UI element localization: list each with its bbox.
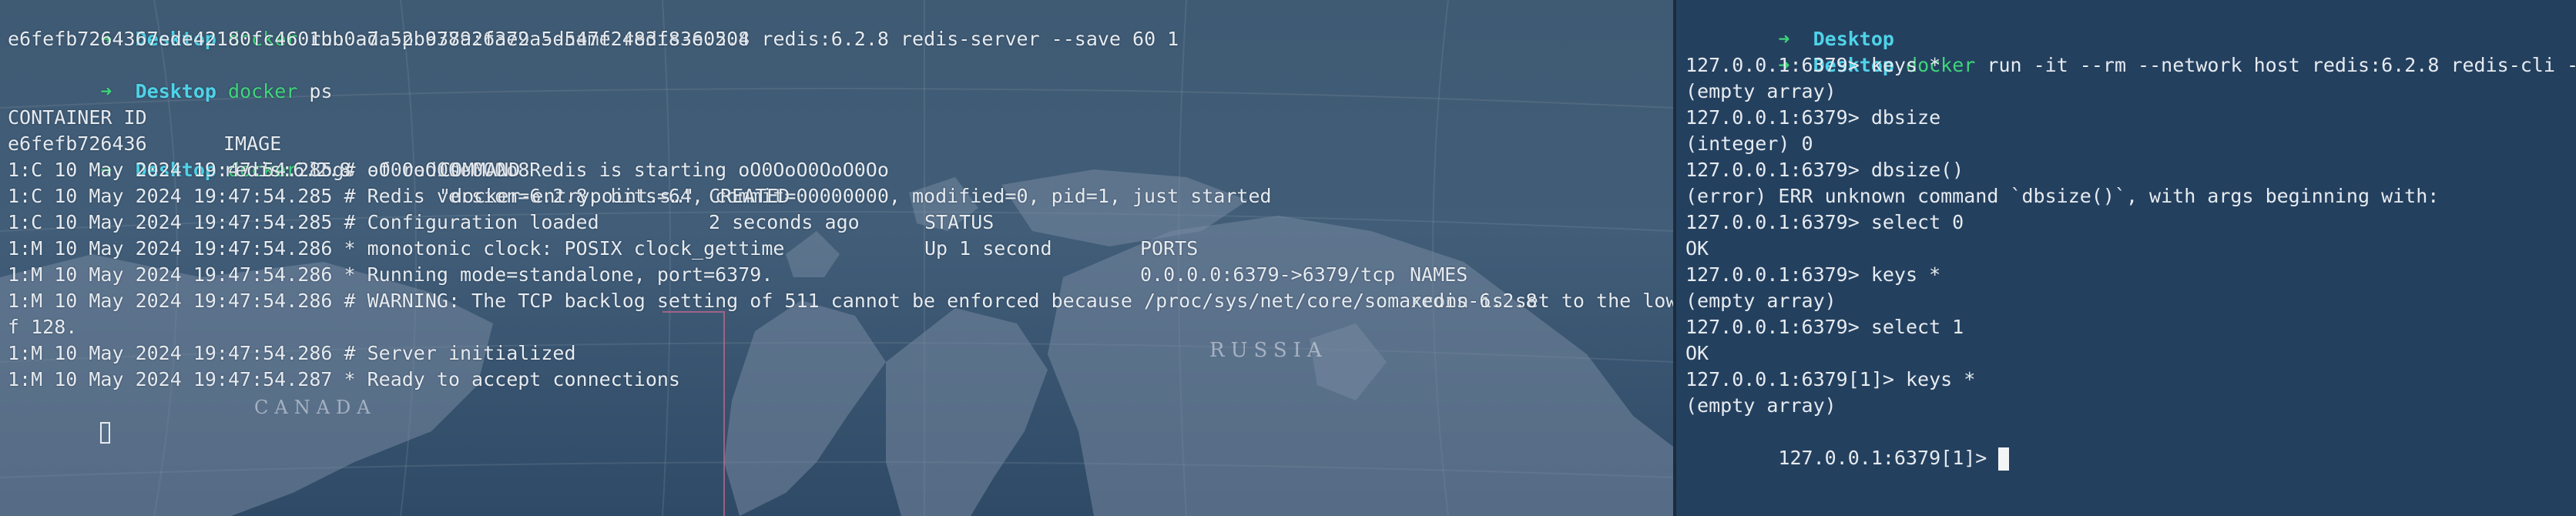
ps-cell-image: redis:6.2.8 xyxy=(223,159,351,181)
redis-cli-line: 127.0.0.1:6379> select 0 xyxy=(1685,211,1964,233)
ps-cell-status: Up 1 second xyxy=(924,237,1052,260)
log-line: 1:M 10 May 2024 19:47:54.287 * Ready to … xyxy=(8,368,680,390)
prompt-arrow-icon: ➜ xyxy=(1778,28,1790,50)
ps-cell-container-id: e6fefb726436 xyxy=(8,132,147,155)
ps-cell-names: redis-6.2.8 xyxy=(1410,290,1538,312)
prompt-directory: Desktop xyxy=(1813,28,1894,50)
redis-cli-line: OK xyxy=(1685,237,1709,260)
ps-cell-command: "docker-entrypoint.s…" xyxy=(439,185,695,207)
left-terminal-pane[interactable]: RUSSIA CANADA ➜ Desktop docker run -d -p… xyxy=(0,0,1673,516)
redis-cli-line: 127.0.0.1:6379> keys * xyxy=(1685,263,1941,286)
ps-header-created: CREATED xyxy=(709,185,790,207)
redis-cli-line: (empty array) xyxy=(1685,290,1836,312)
ps-data-row: e6fefb726436 redis:6.2.8 "docker-entrypo… xyxy=(8,105,1673,312)
ps-header-command: COMMAND xyxy=(439,159,521,181)
terminal-window: RUSSIA CANADA ➜ Desktop docker run -d -p… xyxy=(0,0,2576,516)
redis-cli-line: (error) ERR unknown command `dbsize()`, … xyxy=(1685,185,2440,207)
command-args: run -it --rm --network host redis:6.2.8 … xyxy=(1987,54,2576,76)
redis-cli-line: OK xyxy=(1685,342,1709,364)
log-line: 1:M 10 May 2024 19:47:54.286 * monotonic… xyxy=(8,237,785,260)
left-cursor-line xyxy=(8,393,1673,444)
left-terminal-output: ➜ Desktop docker run -d -p 6379:6379 --n… xyxy=(8,0,1673,444)
prompt-line: ➜ Desktop xyxy=(1685,0,2576,50)
redis-cli-line: (integer) 0 xyxy=(1685,132,1813,155)
prompt-line: ➜ Desktop docker ps xyxy=(8,52,1673,102)
ps-header-row: CONTAINER ID IMAGE COMMAND CREATED STATU… xyxy=(8,79,1673,286)
prompt-line: ➜ Desktop docker run -d -p 6379:6379 --n… xyxy=(8,0,1673,50)
ps-header-names: NAMES xyxy=(1410,263,1468,286)
right-terminal-output: ➜ Desktop ➜ Desktop docker run -it --rm … xyxy=(1685,0,2576,471)
text-cursor xyxy=(1998,447,2010,471)
ps-cell-ports: 0.0.0.0:6379->6379/tcp xyxy=(1140,263,1396,286)
redis-cli-input-line[interactable]: 127.0.0.1:6379[1]> xyxy=(1685,419,2576,471)
log-line: 1:M 10 May 2024 19:47:54.286 # Server in… xyxy=(8,342,576,364)
text-cursor xyxy=(100,422,111,444)
redis-cli-line: 127.0.0.1:6379> select 1 xyxy=(1685,316,1964,338)
right-terminal-pane[interactable]: ➜ Desktop ➜ Desktop docker run -it --rm … xyxy=(1676,0,2576,516)
redis-cli-prompt: 127.0.0.1:6379[1]> xyxy=(1778,447,1999,469)
ps-header-image: IMAGE xyxy=(223,132,282,155)
log-line: f 128. xyxy=(8,316,78,338)
ps-header-status: STATUS xyxy=(924,211,995,233)
log-line: 1:C 10 May 2024 19:47:54.285 # Redis ver… xyxy=(8,185,1272,207)
ps-header-ports: PORTS xyxy=(1140,237,1199,260)
redis-cli-line: (empty array) xyxy=(1685,394,1836,417)
redis-cli-line: 127.0.0.1:6379[1]> keys * xyxy=(1685,368,1976,390)
redis-cli-line: (empty array) xyxy=(1685,80,1836,102)
redis-cli-line: 127.0.0.1:6379> dbsize() xyxy=(1685,159,1964,181)
ps-cell-created: 2 seconds ago xyxy=(709,211,860,233)
redis-cli-line: 127.0.0.1:6379> dbsize xyxy=(1685,106,1941,129)
